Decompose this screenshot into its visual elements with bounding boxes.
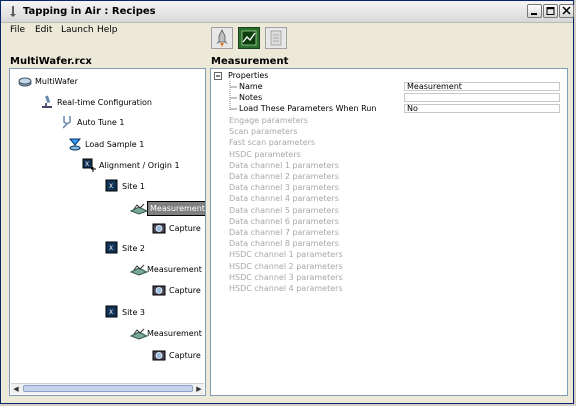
parameter-group-item: Data channel 3 parameters	[229, 183, 339, 193]
properties-header: Properties	[228, 71, 269, 80]
prop-notes-label: Notes	[239, 93, 263, 102]
close-icon	[562, 6, 571, 15]
parameter-group-item: Scan parameters	[229, 127, 298, 137]
tree-node-label: MultiWafer	[35, 76, 78, 86]
tree-node-label: Capture	[169, 350, 201, 360]
tree-measurement[interactable]: Measurement	[129, 199, 205, 217]
menu-edit[interactable]: Edit	[35, 25, 52, 35]
tree-node-label: Measurement	[147, 200, 205, 216]
scrollbar-thumb[interactable]	[23, 385, 193, 392]
tree-node-label: Alignment / Origin 1	[99, 160, 180, 170]
tree-node-label: Measurement	[147, 264, 202, 274]
launch-toolbar-button[interactable]	[211, 27, 233, 49]
tree-node-label: Measurement	[147, 328, 202, 338]
minimize-icon	[531, 13, 537, 15]
parameter-group-item: HSDC channel 2 parameters	[229, 261, 343, 271]
menu-help[interactable]: Help	[97, 25, 118, 35]
scope-toolbar-button[interactable]	[238, 27, 260, 49]
site-icon: X	[105, 241, 119, 255]
scope-graph-icon	[241, 30, 257, 46]
recipe-file-title: MultiWafer.rcx	[10, 56, 92, 67]
tree-node-label: Site 2	[122, 243, 145, 253]
tree-auto-tune[interactable]: Auto Tune 1	[60, 113, 124, 131]
tree-node-label: Site 3	[122, 307, 145, 317]
tree-node-label: Auto Tune 1	[77, 117, 125, 127]
tree-root[interactable]: MultiWafer	[18, 72, 78, 90]
svg-text:X: X	[109, 183, 113, 190]
camera-icon	[152, 221, 166, 235]
maximize-button[interactable]	[543, 4, 558, 18]
menu-launch[interactable]: Launch	[61, 25, 94, 35]
parameter-group-item: HSDC channel 1 parameters	[229, 250, 343, 260]
site-icon: X	[105, 179, 119, 193]
alignment-icon: X	[82, 158, 96, 172]
parameter-group-item: Data channel 2 parameters	[229, 172, 339, 181]
measurement-icon	[129, 326, 149, 340]
prop-load-value[interactable]: No	[404, 104, 560, 113]
prop-load-label: Load These Parameters When Run	[239, 104, 377, 113]
tree-capture[interactable]: Capture	[152, 219, 201, 237]
app-window: Tapping in Air : Recipes File Edit Launc…	[0, 0, 574, 404]
app-icon	[10, 6, 16, 17]
camera-icon	[152, 283, 166, 297]
tree-capture[interactable]: Capture	[152, 281, 201, 299]
parameter-group-item: HSDC channel 4 parameters	[229, 284, 343, 293]
tree-measurement[interactable]: Measurement	[129, 260, 202, 278]
parameter-group-item: Data channel 6 parameters	[229, 216, 339, 226]
property-pane: Properties Name Measurement Notes Load T…	[210, 68, 568, 396]
tree-node-label: Capture	[169, 223, 201, 233]
parameter-group-item: Data channel 5 parameters	[229, 205, 339, 215]
prop-notes-value[interactable]	[404, 93, 560, 102]
detail-pane-title: Measurement	[211, 56, 289, 67]
minimize-button[interactable]	[527, 4, 542, 18]
load-sample-icon	[68, 137, 82, 151]
tree-node-label: Real-time Configuration	[57, 97, 153, 107]
parameter-group-item: HSDC channel 3 parameters	[229, 272, 343, 282]
collapse-icon[interactable]	[214, 72, 222, 80]
prop-name-value[interactable]: Measurement	[404, 82, 560, 91]
close-button[interactable]	[559, 4, 574, 18]
document-toolbar-button[interactable]	[265, 27, 287, 49]
scroll-right-icon[interactable]: ▶	[194, 384, 204, 394]
wafer-icon	[18, 74, 32, 88]
tree-lines	[229, 81, 237, 110]
horizontal-scrollbar[interactable]: ◀ ▶	[11, 383, 204, 394]
rocket-icon	[216, 29, 228, 47]
parameter-group-item: Data channel 7 parameters	[229, 228, 339, 237]
menu-file[interactable]: File	[10, 25, 25, 35]
svg-text:X: X	[85, 161, 89, 168]
parameter-group-item: Engage parameters	[229, 116, 309, 125]
microscope-icon	[40, 95, 54, 109]
parameter-group-item: HSDC parameters	[229, 149, 301, 159]
measurement-icon	[129, 201, 149, 215]
window-title: Tapping in Air : Recipes	[23, 6, 156, 17]
tuning-fork-icon	[60, 115, 74, 129]
parameter-group-item: Data channel 8 parameters	[229, 239, 339, 249]
tree-measurement[interactable]: Measurement	[129, 324, 202, 342]
svg-text:X: X	[109, 309, 113, 316]
tree-alignment[interactable]: X Alignment / Origin 1	[82, 156, 180, 174]
scroll-left-icon[interactable]: ◀	[11, 384, 21, 394]
tree-load-sample[interactable]: Load Sample 1	[68, 135, 144, 153]
maximize-icon	[546, 7, 555, 15]
camera-icon	[152, 348, 166, 362]
tree-site[interactable]: X Site 1	[105, 177, 145, 195]
document-icon	[270, 30, 282, 46]
tree-site[interactable]: X Site 3	[105, 303, 145, 321]
tree-node-label: Site 1	[122, 181, 145, 191]
tree-realtime-config[interactable]: Real-time Configuration	[40, 93, 152, 111]
parameter-group-item: Data channel 4 parameters	[229, 194, 339, 204]
prop-name-label: Name	[239, 82, 263, 91]
parameter-group-item: Data channel 1 parameters	[229, 160, 339, 170]
measurement-icon	[129, 262, 149, 276]
tree-node-label: Load Sample 1	[85, 139, 145, 149]
tree-capture[interactable]: Capture	[152, 346, 201, 364]
title-bar[interactable]: Tapping in Air : Recipes	[1, 1, 574, 23]
recipe-tree[interactable]: MultiWafer Real-time Configuration Auto Tu…	[9, 68, 206, 396]
site-icon: X	[105, 305, 119, 319]
parameter-group-item: Fast scan parameters	[229, 138, 316, 148]
tree-site[interactable]: X Site 2	[105, 239, 145, 257]
svg-text:X: X	[109, 245, 113, 252]
tree-node-label: Capture	[169, 285, 201, 295]
